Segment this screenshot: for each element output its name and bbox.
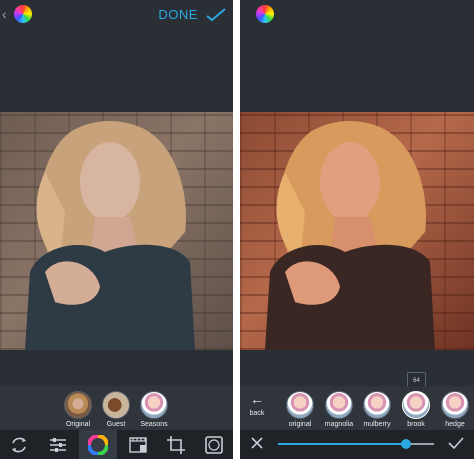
app-logo-icon[interactable] <box>14 5 32 23</box>
strength-slider[interactable] <box>278 439 434 449</box>
filter-label: magnolia <box>324 421 354 428</box>
flower-thumbnail-icon <box>140 391 168 419</box>
portrait-figure <box>25 120 195 350</box>
horse-thumbnail-icon <box>102 391 130 419</box>
rotate-icon[interactable] <box>9 435 29 455</box>
editor-panel-right: 64 ← back original magnolia mulberry bro… <box>240 0 474 459</box>
checkmark-icon <box>206 8 226 22</box>
back-button[interactable]: ← back <box>242 392 272 417</box>
filter-magnolia[interactable]: magnolia <box>319 391 359 428</box>
flower-thumbnail-icon <box>402 391 430 419</box>
film-strip-icon[interactable] <box>128 435 148 455</box>
strength-slider-bar <box>240 430 474 459</box>
filter-seasons[interactable]: Seasons <box>134 391 174 428</box>
slider-knob[interactable] <box>400 439 411 449</box>
flower-thumbnail-icon <box>325 391 353 419</box>
filter-guest[interactable]: Guest <box>96 391 136 428</box>
photo-preview-filtered <box>240 112 474 350</box>
flower-thumbnail-icon <box>363 391 391 419</box>
filter-label: hedge <box>445 421 465 428</box>
filter-label: original <box>288 421 312 428</box>
filter-label: Guest <box>106 421 126 428</box>
photo-preview <box>0 112 233 350</box>
top-bar <box>240 0 474 32</box>
confirm-check-icon[interactable] <box>448 436 464 455</box>
crop-icon[interactable] <box>166 435 186 455</box>
flower-thumbnail-icon <box>286 391 314 419</box>
adjust-sliders-icon[interactable] <box>48 435 68 455</box>
color-wheel-tab[interactable] <box>79 430 117 459</box>
back-chevron-icon[interactable]: ‹ <box>2 6 7 22</box>
filter-label: Original <box>65 421 91 428</box>
filter-mulberry[interactable]: mulberry <box>357 391 397 428</box>
tool-bar <box>0 430 233 459</box>
filter-label: Seasons <box>140 421 168 428</box>
filter-label: mulberry <box>363 421 391 428</box>
close-icon[interactable] <box>250 436 264 455</box>
filter-original[interactable]: Original <box>58 391 98 428</box>
top-bar: ‹ DONE <box>0 0 233 32</box>
color-wheel-icon <box>88 435 108 455</box>
flower-thumbnail-icon <box>441 391 469 419</box>
done-button[interactable]: DONE <box>158 7 227 22</box>
editor-panel-left: ‹ DONE Original Guest Seasons <box>0 0 233 459</box>
filter-label: brook <box>407 421 425 428</box>
back-arrow-icon: ← <box>250 391 264 407</box>
portrait-thumbnail-icon <box>64 391 92 419</box>
app-logo-icon[interactable] <box>256 5 274 23</box>
filter-brook[interactable]: brook <box>396 391 436 428</box>
portrait-figure <box>265 120 435 350</box>
slider-fill <box>278 443 406 445</box>
back-label: back <box>249 410 265 417</box>
filter-original[interactable]: original <box>280 391 320 428</box>
filter-hedge[interactable]: hedge <box>435 391 474 428</box>
vignette-icon[interactable] <box>204 435 224 455</box>
done-label: DONE <box>158 7 198 22</box>
filter-tray: Original Guest Seasons <box>0 386 233 430</box>
filter-tray: ← back original magnolia mulberry brook … <box>240 386 474 430</box>
